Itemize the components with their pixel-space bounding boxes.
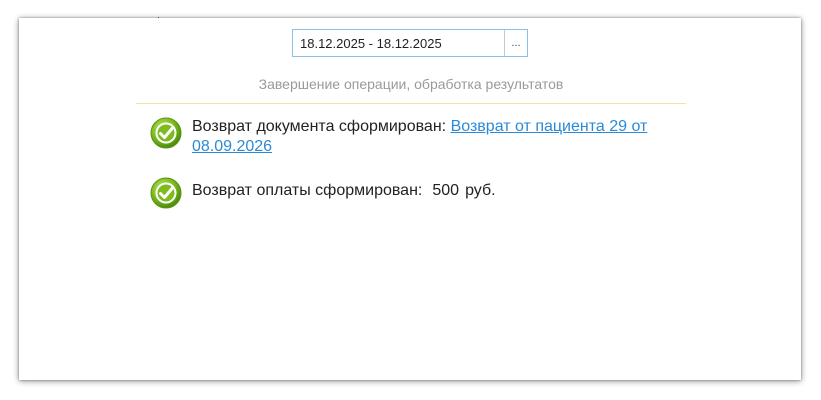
result-document-label: Возврат документа сформирован: [192,118,447,135]
result-payment-label: Возврат оплаты сформирован: [192,182,423,199]
result-payment-text: Возврат оплаты сформирован: 500 руб. [192,177,496,201]
result-payment-row: Возврат оплаты сформирован: 500 руб. [150,177,670,209]
payment-currency: руб. [465,182,496,199]
check-circle-icon [150,117,182,149]
check-circle-icon [150,177,182,209]
result-document-row: Возврат документа сформирован: Возврат о… [150,117,670,157]
date-picker-button[interactable]: ... [504,30,527,56]
date-range-input[interactable]: 18.12.2025 - 18.12.2025 [293,30,504,56]
result-document-text: Возврат документа сформирован: Возврат о… [192,117,670,157]
payment-amount: 500 [432,182,460,199]
date-range-field[interactable]: 18.12.2025 - 18.12.2025 ... [292,29,528,57]
status-title: Завершение операции, обработка результат… [258,76,564,92]
divider [136,103,686,104]
